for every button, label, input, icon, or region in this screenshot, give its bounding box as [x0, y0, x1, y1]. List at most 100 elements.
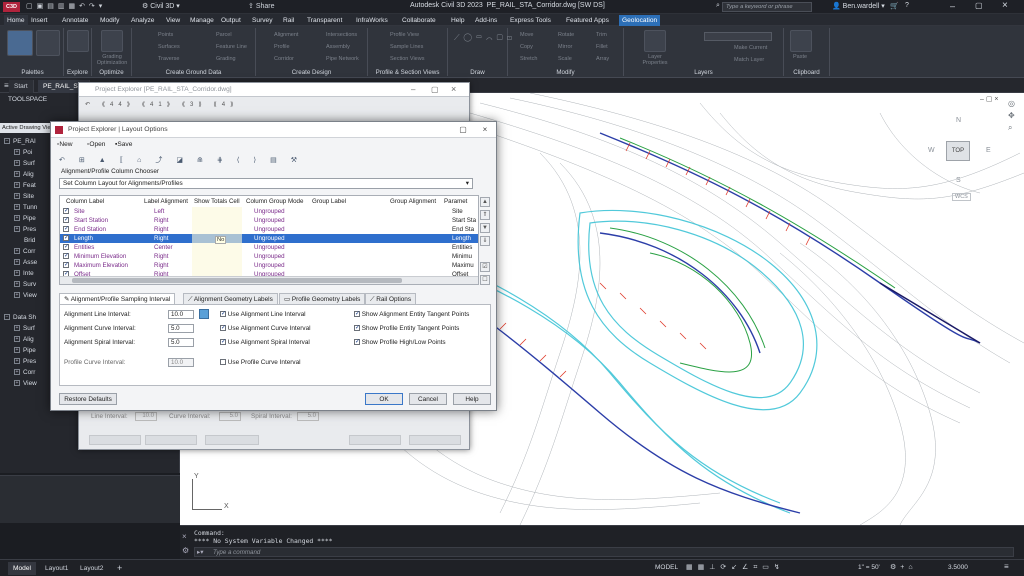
restore-defaults-button[interactable]: Restore Defaults [59, 393, 117, 405]
add-layout-button[interactable]: + [112, 562, 127, 575]
table-row[interactable]: Site Left Ungrouped Site [60, 207, 478, 216]
toolspace-icon[interactable] [7, 30, 33, 56]
column-header[interactable]: Paramet [444, 196, 467, 207]
corridor-button[interactable]: Corridor [274, 56, 294, 62]
tab-insert[interactable]: Insert [28, 15, 51, 26]
tab-output[interactable]: Output [218, 15, 244, 26]
points-button[interactable]: Points [158, 32, 173, 38]
table-row[interactable]: Entities Center Ungrouped Entities [60, 243, 478, 252]
move-down-button[interactable]: ▼ [480, 223, 490, 233]
new-button[interactable]: ▫New [57, 141, 73, 148]
tree-item[interactable]: Brid [24, 236, 35, 246]
table-row[interactable]: Maximum Elevation Right Ungrouped Maximu [60, 261, 478, 270]
match-layer-button[interactable]: Match Layer [734, 57, 764, 63]
app-icon[interactable]: C3D [3, 2, 20, 12]
draw-tools-icon[interactable]: ⟋◯▭⌒▢⊡ [454, 32, 512, 43]
paste-icon[interactable] [790, 30, 812, 52]
tab-add-ins[interactable]: Add-ins [472, 15, 500, 26]
tab-collaborate[interactable]: Collaborate [399, 15, 439, 26]
tab-analyze[interactable]: Analyze [128, 15, 157, 26]
scale-button[interactable]: Scale [558, 56, 572, 62]
tree-item[interactable]: + Tunn [14, 203, 37, 213]
maximize-button[interactable]: ▢ [975, 1, 983, 10]
user-account[interactable]: 👤 Ben.wardell ▾ [832, 2, 885, 10]
use-profile-curve-interval-checkbox[interactable]: Use Profile Curve Interval [220, 359, 301, 366]
tree-item[interactable]: + View [14, 291, 37, 301]
tab-infraworks[interactable]: InfraWorks [353, 15, 391, 26]
trim-button[interactable]: Trim [596, 32, 607, 38]
ok-button[interactable]: OK [365, 393, 403, 405]
project-explorer-toolbar[interactable]: ↶ ⟪44⟫ ⟪41⟫ ⟪3⟫ ⟪4⟫ [85, 101, 465, 115]
tab-start[interactable]: Start [9, 80, 34, 93]
column-header[interactable]: Group Alignment [390, 196, 436, 207]
app-menu-icon[interactable]: ≡ [4, 81, 9, 90]
tree-item[interactable]: + Poi [14, 148, 32, 158]
help-icon[interactable]: ? [905, 2, 909, 9]
tab-model[interactable]: Model [8, 562, 36, 575]
tree-item[interactable]: − PE_RAI [4, 137, 36, 147]
table-row[interactable]: Start Station Right Ungrouped Start Sta [60, 216, 478, 225]
pick-icon[interactable] [199, 309, 209, 319]
search-input[interactable]: Type a keyword or phrase [722, 2, 812, 12]
layer-dropdown[interactable] [704, 32, 772, 41]
viewcube-north[interactable]: N [956, 117, 961, 124]
show-entity-tangent-checkbox[interactable]: Show Alignment Entity Tangent Points [354, 310, 469, 318]
select-none-button[interactable]: ☐ [480, 275, 490, 285]
checkbox[interactable] [220, 324, 226, 332]
alignment-button[interactable]: Alignment [274, 32, 298, 38]
pipe-network-button[interactable]: Pipe Network [326, 56, 359, 62]
toolspace-active-tab[interactable]: Active Drawing Vie [0, 123, 52, 133]
tab-rail[interactable]: Rail [280, 15, 297, 26]
table-row[interactable]: Minimum Elevation Right Ungrouped Minimu [60, 252, 478, 261]
viewcube-south[interactable]: S [956, 177, 961, 184]
tab-manage[interactable]: Manage [187, 15, 217, 26]
dialog-icon-strip[interactable]: ↶⊞▲⟦⌂⤴◪⋒⋕⟨⟩▤⚒ [59, 155, 389, 165]
model-space-indicator[interactable]: MODEL [655, 564, 678, 571]
navigation-bar[interactable]: ◎ ✥ ⌕ [1008, 99, 1020, 329]
parcel-button[interactable]: Parcel [216, 32, 232, 38]
layer-properties-button[interactable]: Layer Properties [638, 54, 672, 66]
close-button[interactable]: × [475, 122, 495, 138]
viewcube-top[interactable]: TOP [946, 141, 970, 161]
move-bottom-button[interactable]: ⇓ [480, 236, 490, 246]
help-button[interactable]: Help [453, 393, 491, 405]
cancel-button[interactable]: Cancel [409, 393, 447, 405]
line-interval-field[interactable]: 10.0 [135, 412, 157, 421]
tree-item[interactable]: + Asse [14, 258, 37, 268]
customize-icon[interactable]: ≡ [1004, 562, 1009, 571]
save-button[interactable]: ▪Save [115, 141, 132, 148]
viewcube-west[interactable]: W [928, 147, 935, 154]
cart-icon[interactable]: 🛒 [890, 2, 899, 10]
alignment-spiral-interval-input[interactable]: 5.0 [168, 338, 194, 347]
column-header[interactable]: Column Label [66, 196, 104, 207]
tab-featured-apps[interactable]: Featured Apps [563, 15, 612, 26]
alignment-curve-interval-input[interactable]: 5.0 [168, 324, 194, 333]
profile-button[interactable]: Profile [274, 44, 290, 50]
tab-survey[interactable]: Survey [249, 15, 276, 26]
tree-item[interactable]: + Surf [14, 159, 35, 169]
row-checkbox[interactable] [63, 216, 69, 225]
column-header[interactable]: Show Totals Cell [194, 196, 240, 207]
checkbox[interactable] [354, 310, 360, 318]
tab-sampling-interval[interactable]: ✎ Alignment/Profile Sampling Interval [59, 293, 176, 304]
feature-line-button[interactable]: Feature Line [216, 44, 247, 50]
viewcube-wcs[interactable]: WCS [952, 193, 971, 201]
show-high-low-checkbox[interactable]: Show Profile High/Low Points [354, 338, 446, 346]
rotate-button[interactable]: Rotate [558, 32, 574, 38]
minimize-button[interactable]: – [950, 1, 955, 11]
tree-item[interactable]: + Alig [14, 170, 34, 180]
tab-help[interactable]: Help [448, 15, 468, 26]
stretch-button[interactable]: Stretch [520, 56, 537, 62]
grading-button[interactable]: Grading [216, 56, 236, 62]
viewcube-east[interactable]: E [986, 147, 991, 154]
move-up-button[interactable]: ▲ [480, 197, 490, 207]
grading-optimization-icon[interactable] [101, 30, 123, 52]
mirror-button[interactable]: Mirror [558, 44, 572, 50]
minimize-button[interactable]: – [411, 85, 415, 94]
tree-item[interactable]: + Feat [14, 181, 36, 191]
open-button[interactable]: ▫Open [87, 141, 105, 148]
tab-layout2[interactable]: Layout2 [75, 562, 108, 575]
tab-alignment-geometry-labels[interactable]: ⟋ Alignment Geometry Labels [183, 293, 278, 304]
array-button[interactable]: Array [596, 56, 609, 62]
row-checkbox[interactable] [63, 225, 69, 234]
